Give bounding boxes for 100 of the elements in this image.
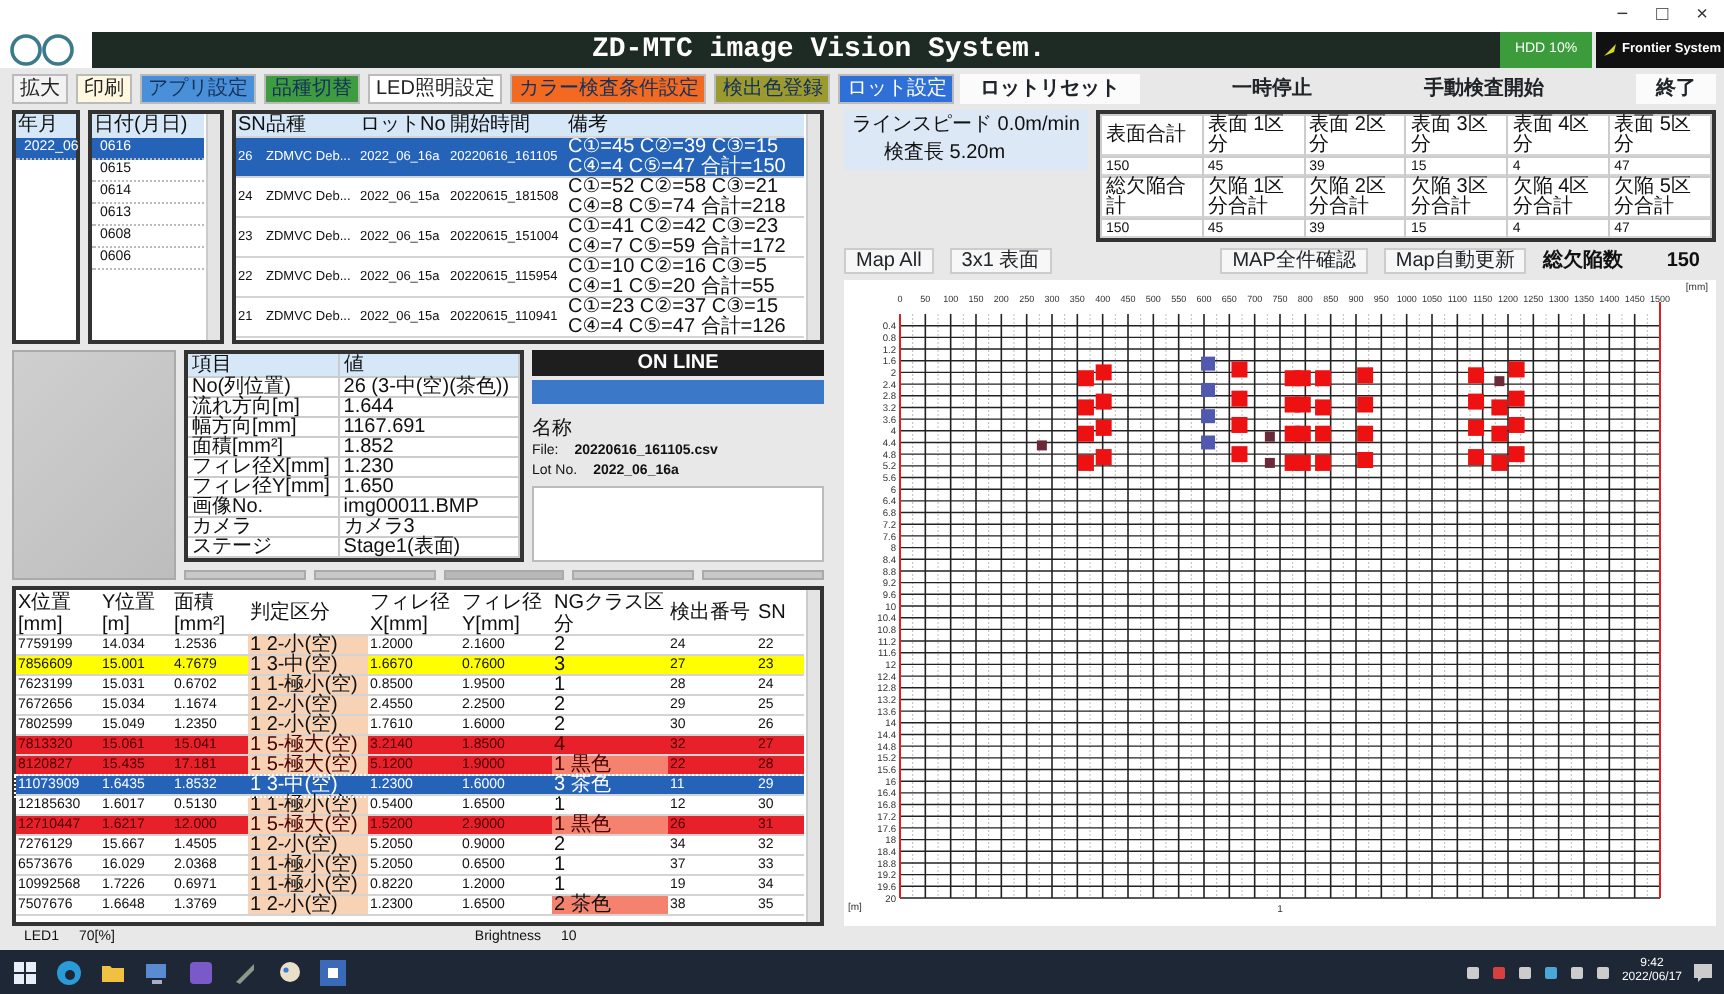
column-header: 年月 bbox=[16, 114, 76, 138]
app-icon[interactable] bbox=[188, 959, 214, 985]
thumbnail[interactable] bbox=[572, 570, 695, 580]
column-header: 項目 bbox=[186, 352, 340, 378]
thumbnail[interactable] bbox=[443, 570, 565, 580]
toolbar-button[interactable]: カラー検査条件設定 bbox=[510, 74, 707, 104]
column-header[interactable]: 備考 bbox=[566, 114, 804, 138]
table-cell: 1 2-小(空) bbox=[248, 636, 368, 656]
table-cell: 1 1-極小(空) bbox=[248, 856, 368, 876]
table-cell: C①=41 C②=42 C③=23 C④=7 C⑤=59 合計=172 bbox=[566, 218, 804, 258]
table-cell: 3 bbox=[552, 656, 668, 676]
toolbar-button[interactable]: 検出色登録 bbox=[714, 74, 831, 104]
column-header[interactable]: ロットNo bbox=[358, 114, 448, 138]
browser-icon[interactable] bbox=[56, 959, 82, 985]
table-cell: 1 2-小(空) bbox=[248, 716, 368, 736]
tool-icon[interactable] bbox=[232, 959, 258, 985]
map-button[interactable]: Map All bbox=[844, 248, 934, 274]
leaf-icon bbox=[1602, 42, 1618, 58]
column-header[interactable]: X位置[mm] bbox=[16, 590, 100, 636]
column-header[interactable]: NGクラス区分 bbox=[552, 590, 668, 636]
action-button[interactable]: 一時停止 bbox=[1212, 74, 1332, 104]
toolbar-button[interactable]: アプリ設定 bbox=[140, 74, 256, 104]
table-cell: フィレ径Y[mm] bbox=[186, 478, 340, 498]
column-header[interactable]: Y位置[m] bbox=[100, 590, 172, 636]
map-button[interactable]: Map自動更新 bbox=[1383, 248, 1527, 274]
scrollbar[interactable] bbox=[806, 590, 820, 922]
column-header[interactable]: 品種 bbox=[264, 114, 358, 138]
window-title: ZD-MTC image Vision System. bbox=[92, 32, 1500, 68]
table-cell: 面積[mm²] bbox=[186, 438, 340, 458]
table-cell: 1 1-極小(空) bbox=[248, 876, 368, 896]
table-cell: カメラ3 bbox=[339, 518, 522, 538]
paint-icon[interactable] bbox=[276, 959, 302, 985]
table-cell: ステージ bbox=[186, 538, 340, 560]
table-cell: 1 5-極大(空) bbox=[248, 816, 368, 836]
column-header: 値 bbox=[339, 352, 522, 378]
action-button[interactable]: ロットリセット bbox=[960, 74, 1140, 104]
inspection-length: 検査長 5.20m bbox=[882, 144, 1008, 164]
action-button[interactable]: 手動検査開始 bbox=[1404, 74, 1564, 104]
table-cell: 1 3-中(空) bbox=[248, 656, 368, 676]
table-cell: 欠陥 3区分合計 bbox=[1405, 177, 1508, 219]
thumbnail[interactable] bbox=[702, 570, 824, 580]
table-cell: 2 bbox=[552, 716, 668, 736]
scrollbar[interactable] bbox=[806, 114, 820, 340]
table-cell: 1.644 bbox=[339, 398, 522, 418]
line-speed: ラインスピード 0.0m/min bbox=[852, 116, 1080, 136]
toolbar-button[interactable]: ロット設定 bbox=[838, 74, 955, 104]
table-cell: C①=10 C②=16 C③=5 C④=1 C⑤=20 合計=55 bbox=[566, 258, 804, 298]
table-cell: 1 2-小(空) bbox=[248, 696, 368, 716]
table-cell: img00011.BMP bbox=[339, 498, 522, 518]
table-cell: 表面 4区分 bbox=[1507, 115, 1610, 157]
column-header[interactable]: 開始時間 bbox=[448, 114, 566, 138]
window-control[interactable]: □ bbox=[1656, 6, 1669, 26]
table-cell: 2 bbox=[552, 836, 668, 856]
table-cell: 2 bbox=[552, 636, 668, 656]
window-icon[interactable] bbox=[320, 959, 346, 985]
start-icon[interactable] bbox=[12, 959, 38, 985]
table-cell: 1 1-極小(空) bbox=[248, 676, 368, 696]
table-cell: C①=45 C②=39 C③=15 C④=4 C⑤=47 合計=150 bbox=[566, 138, 804, 178]
total-label: 総欠陥数 bbox=[1542, 251, 1623, 271]
table-cell: 1 2-小(空) bbox=[248, 896, 368, 916]
table-cell: 流れ方向[m] bbox=[186, 398, 340, 418]
action-button[interactable]: 終了 bbox=[1636, 74, 1716, 104]
table-cell: 欠陥 5区分合計 bbox=[1609, 177, 1711, 219]
table-cell: 欠陥 4区分合計 bbox=[1507, 177, 1610, 219]
map-button[interactable]: MAP全件確認 bbox=[1220, 248, 1368, 274]
toolbar-button[interactable]: 品種切替 bbox=[264, 74, 360, 104]
table-cell: 1.230 bbox=[339, 458, 522, 478]
table-cell: 1167.691 bbox=[339, 418, 522, 438]
table-cell: 1 5-極大(空) bbox=[248, 756, 368, 776]
notification-icon[interactable] bbox=[1694, 963, 1712, 981]
table-cell: 1 黒色 bbox=[552, 816, 668, 836]
thumbnail[interactable] bbox=[184, 570, 306, 580]
thumbnail[interactable] bbox=[313, 570, 436, 580]
toolbar-button[interactable]: LED照明設定 bbox=[368, 74, 503, 104]
window-control[interactable]: × bbox=[1696, 6, 1708, 26]
scrollbar[interactable] bbox=[206, 114, 220, 340]
table-cell: 1 bbox=[552, 876, 668, 896]
column-header[interactable]: 面積[mm²] bbox=[172, 590, 248, 636]
map-button[interactable]: 3x1 表面 bbox=[949, 248, 1052, 274]
toolbar-button[interactable]: 拡大 bbox=[12, 74, 68, 104]
toolbar-button[interactable]: 印刷 bbox=[76, 74, 132, 104]
table-cell: 欠陥 1区分合計 bbox=[1202, 177, 1305, 219]
table-cell: 総欠陥合計 bbox=[1101, 177, 1203, 219]
table-cell: 1 2-小(空) bbox=[248, 836, 368, 856]
column-header[interactable]: SN bbox=[236, 114, 264, 138]
column-header[interactable]: フィレ径Y[mm] bbox=[460, 590, 552, 636]
computer-icon[interactable] bbox=[144, 959, 170, 985]
table-cell: 画像No. bbox=[186, 498, 340, 518]
table-cell: 表面 3区分 bbox=[1405, 115, 1508, 157]
table-cell: 1.852 bbox=[339, 438, 522, 458]
table-cell: 1 bbox=[552, 856, 668, 876]
table-cell: 2 bbox=[552, 696, 668, 716]
table-cell: C①=23 C②=37 C③=15 C④=4 C⑤=47 合計=126 bbox=[566, 298, 804, 338]
table-cell: フィレ径X[mm] bbox=[186, 458, 340, 478]
table-cell: Stage1(表面) bbox=[339, 538, 522, 560]
table-cell: 2 茶色 bbox=[552, 896, 668, 916]
total-value: 150 bbox=[1666, 249, 1700, 273]
table-cell: 表面 5区分 bbox=[1609, 115, 1711, 157]
column-header[interactable]: フィレ径X[mm] bbox=[368, 590, 460, 636]
window-control[interactable]: − bbox=[1616, 6, 1629, 26]
